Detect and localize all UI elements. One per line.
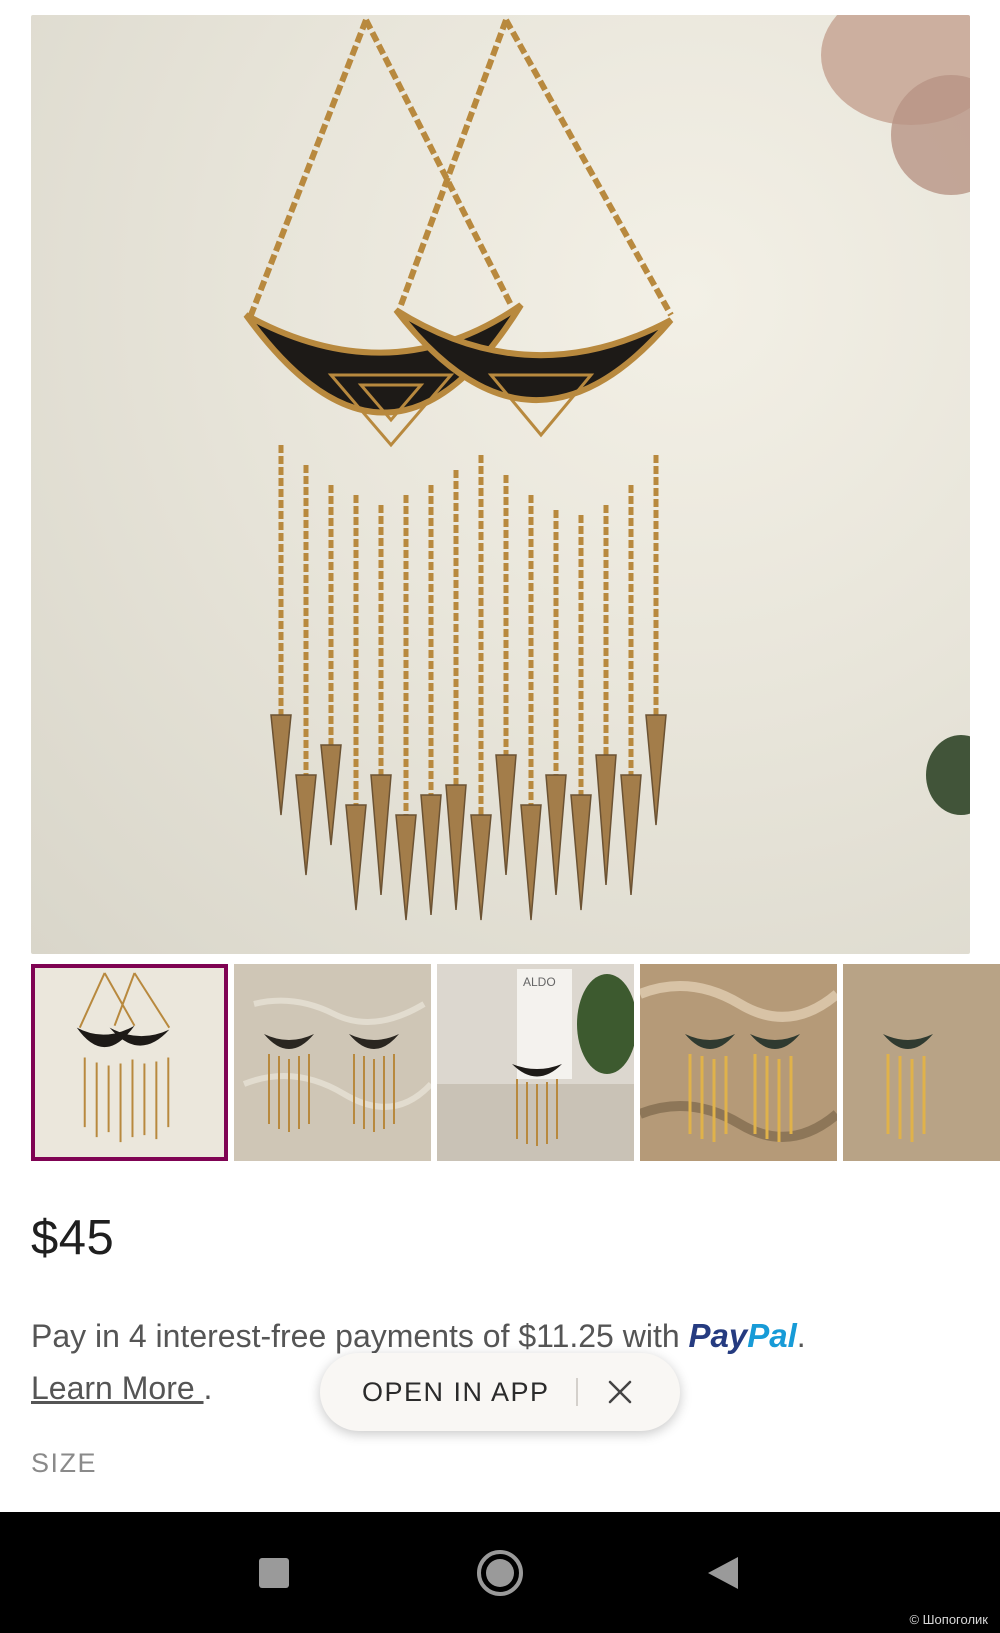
close-banner-button[interactable] (600, 1372, 640, 1412)
open-in-app-banner: OPEN IN APP (320, 1353, 680, 1431)
size-label: SIZE (31, 1448, 98, 1478)
triangle-back-icon (708, 1557, 738, 1589)
svg-text:ALDO: ALDO (523, 975, 556, 989)
thumbnail-image (843, 964, 1000, 1161)
learn-more-link[interactable]: Learn More (31, 1370, 204, 1406)
payment-text: Pay in 4 interest-free payments of $11.2… (31, 1318, 689, 1354)
product-price: $45 (31, 1211, 115, 1265)
thumbnail-image (35, 968, 224, 1157)
close-icon (608, 1380, 631, 1404)
thumbnail-strip[interactable]: ALDO (31, 964, 1000, 1161)
home-button[interactable] (476, 1549, 524, 1602)
thumbnail-3[interactable]: ALDO (437, 964, 634, 1161)
watermark: © Шопоголик (903, 1610, 994, 1629)
thumbnail-1[interactable] (31, 964, 228, 1161)
banner-divider (575, 1378, 578, 1406)
thumbnail-5[interactable] (843, 964, 1000, 1161)
thumbnail-image (234, 964, 431, 1161)
system-navigation-bar: © Шопоголик (0, 1512, 1000, 1633)
main-product-image[interactable] (31, 15, 970, 954)
recents-button[interactable] (258, 1557, 290, 1594)
open-in-app-button[interactable]: OPEN IN APP (320, 1377, 550, 1408)
square-icon (259, 1558, 289, 1588)
thumbnail-image: ALDO (437, 964, 634, 1161)
circle-icon (477, 1550, 523, 1596)
thumbnail-image (640, 964, 837, 1161)
thumbnail-2[interactable] (234, 964, 431, 1161)
thumbnail-4[interactable] (640, 964, 837, 1161)
paypal-logo: PayPal (688, 1317, 797, 1354)
earrings-photo (243, 15, 970, 921)
back-button[interactable] (706, 1555, 740, 1596)
